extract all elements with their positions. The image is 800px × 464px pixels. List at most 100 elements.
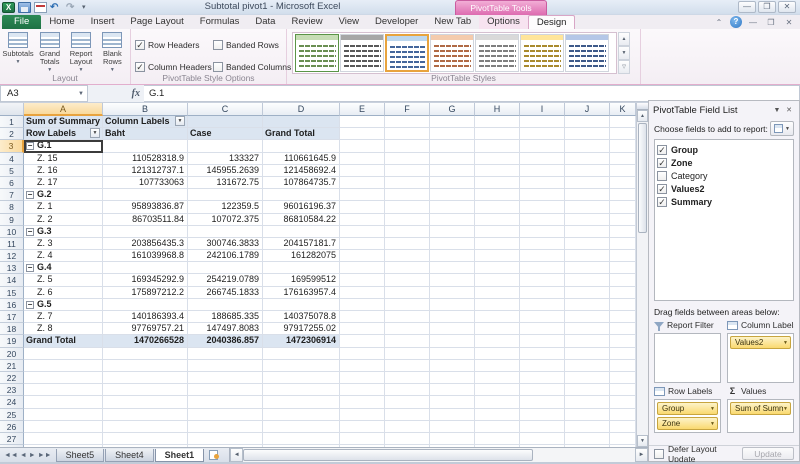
cell-J5[interactable] xyxy=(565,165,610,177)
cell-J9[interactable] xyxy=(565,214,610,226)
cell-J13[interactable] xyxy=(565,262,610,274)
cell-F19[interactable] xyxy=(385,335,430,347)
row-header-17[interactable]: 17 xyxy=(0,311,24,323)
cell-C27[interactable] xyxy=(188,433,263,445)
cell-J10[interactable] xyxy=(565,226,610,238)
cell-H15[interactable] xyxy=(475,287,520,299)
cell-F1[interactable] xyxy=(385,116,430,128)
row-header-7[interactable]: 7 xyxy=(0,189,24,201)
field-item-summary[interactable]: ✓Summary xyxy=(657,195,791,208)
row-header-9[interactable]: 9 xyxy=(0,214,24,226)
row-header-18[interactable]: 18 xyxy=(0,323,24,335)
cell-A16[interactable]: −G.5 xyxy=(24,299,103,311)
cell-C25[interactable] xyxy=(188,409,263,421)
cell-J27[interactable] xyxy=(565,433,610,445)
cell-D21[interactable] xyxy=(263,360,340,372)
cell-A20[interactable] xyxy=(24,348,103,360)
cell-K18[interactable] xyxy=(610,323,636,335)
cell-F12[interactable] xyxy=(385,250,430,262)
cell-G27[interactable] xyxy=(430,433,475,445)
column-header-C[interactable]: C xyxy=(188,103,263,116)
vertical-split-handle[interactable] xyxy=(637,103,648,110)
cell-D19[interactable]: 1472306914 xyxy=(263,335,340,347)
field-checkbox-icon[interactable]: ✓ xyxy=(657,197,667,207)
cell-D15[interactable]: 176163957.4 xyxy=(263,287,340,299)
button-blank-rows[interactable]: Blank Rows▼ xyxy=(98,31,127,73)
cell-K15[interactable] xyxy=(610,287,636,299)
cell-F8[interactable] xyxy=(385,201,430,213)
cell-J11[interactable] xyxy=(565,238,610,250)
row-header-1[interactable]: 1 xyxy=(0,116,24,128)
cell-E3[interactable] xyxy=(340,140,385,152)
cell-D14[interactable]: 169599512 xyxy=(263,274,340,286)
cell-J20[interactable] xyxy=(565,348,610,360)
cell-K4[interactable] xyxy=(610,153,636,165)
cell-D24[interactable] xyxy=(263,396,340,408)
cell-D3[interactable] xyxy=(263,140,340,152)
cell-C7[interactable] xyxy=(188,189,263,201)
cell-I10[interactable] xyxy=(520,226,565,238)
cell-J1[interactable] xyxy=(565,116,610,128)
cell-E17[interactable] xyxy=(340,311,385,323)
sheet-tab-sheet5[interactable]: Sheet5 xyxy=(56,449,105,462)
cell-J4[interactable] xyxy=(565,153,610,165)
field-checkbox-icon[interactable]: ✓ xyxy=(657,184,667,194)
cell-H20[interactable] xyxy=(475,348,520,360)
cell-A21[interactable] xyxy=(24,360,103,372)
cell-J21[interactable] xyxy=(565,360,610,372)
row-labels-filter-icon[interactable]: ▼ xyxy=(90,128,100,138)
button-subtotals[interactable]: Subtotals▼ xyxy=(3,31,33,73)
cell-F17[interactable] xyxy=(385,311,430,323)
cell-C18[interactable]: 147497.8083 xyxy=(188,323,263,335)
cell-C24[interactable] xyxy=(188,396,263,408)
row-header-13[interactable]: 13 xyxy=(0,262,24,274)
cell-K12[interactable] xyxy=(610,250,636,262)
cell-F24[interactable] xyxy=(385,396,430,408)
cell-A15[interactable]: Z. 6 xyxy=(24,287,103,299)
cell-D22[interactable] xyxy=(263,372,340,384)
cell-B27[interactable] xyxy=(103,433,188,445)
cell-K19[interactable] xyxy=(610,335,636,347)
cell-G23[interactable] xyxy=(430,384,475,396)
cell-A4[interactable]: Z. 15 xyxy=(24,153,103,165)
cell-E26[interactable] xyxy=(340,421,385,433)
cell-F7[interactable] xyxy=(385,189,430,201)
cell-J2[interactable] xyxy=(565,128,610,140)
cell-A7[interactable]: −G.2 xyxy=(24,189,103,201)
cell-B6[interactable]: 107733063 xyxy=(103,177,188,189)
field-checkbox-icon[interactable]: ✓ xyxy=(657,145,667,155)
cell-J12[interactable] xyxy=(565,250,610,262)
cell-A9[interactable]: Z. 2 xyxy=(24,214,103,226)
area-box-column-labels[interactable]: Values2▼ xyxy=(727,333,794,383)
cell-B9[interactable]: 86703511.84 xyxy=(103,214,188,226)
minimize-button[interactable]: — xyxy=(738,1,756,13)
scroll-left-icon[interactable]: ◄ xyxy=(230,448,243,462)
field-item-category[interactable]: Category xyxy=(657,169,791,182)
vertical-scrollbar[interactable]: ▲ ▼ xyxy=(636,103,648,447)
cell-C1[interactable] xyxy=(188,116,263,128)
cell-G4[interactable] xyxy=(430,153,475,165)
next-sheet-icon[interactable]: ► xyxy=(29,452,36,459)
cell-H25[interactable] xyxy=(475,409,520,421)
cell-E5[interactable] xyxy=(340,165,385,177)
cell-H21[interactable] xyxy=(475,360,520,372)
cell-A26[interactable] xyxy=(24,421,103,433)
cell-D23[interactable] xyxy=(263,384,340,396)
cell-K2[interactable] xyxy=(610,128,636,140)
cell-J22[interactable] xyxy=(565,372,610,384)
cell-D6[interactable]: 107864735.7 xyxy=(263,177,340,189)
cell-H23[interactable] xyxy=(475,384,520,396)
cell-I25[interactable] xyxy=(520,409,565,421)
prev-sheet-icon[interactable]: ◄ xyxy=(20,452,27,459)
cell-B14[interactable]: 169345292.9 xyxy=(103,274,188,286)
cell-H19[interactable] xyxy=(475,335,520,347)
field-list-close-icon[interactable]: ✕ xyxy=(783,106,795,114)
field-button-sum-of-summ-[interactable]: Sum of Summ...▼ xyxy=(730,402,791,415)
cell-F13[interactable] xyxy=(385,262,430,274)
cell-H13[interactable] xyxy=(475,262,520,274)
cell-B18[interactable]: 97769757.21 xyxy=(103,323,188,335)
area-box-values[interactable]: Sum of Summ...▼ xyxy=(727,399,794,433)
cell-G25[interactable] xyxy=(430,409,475,421)
cell-F3[interactable] xyxy=(385,140,430,152)
cell-J14[interactable] xyxy=(565,274,610,286)
